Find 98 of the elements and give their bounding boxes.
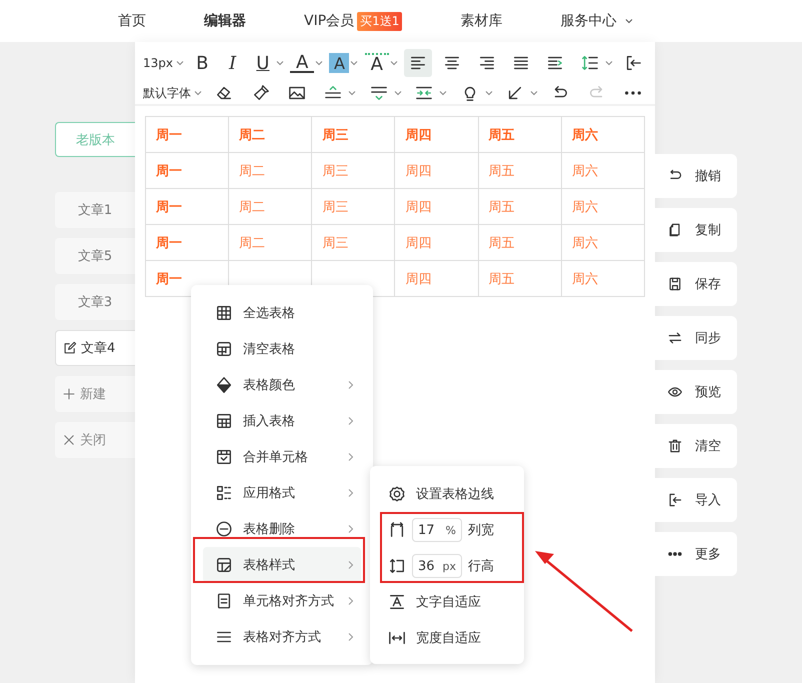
article-tab[interactable]: 文章4: [55, 330, 135, 366]
table-cell: 周一: [146, 224, 229, 260]
table-cell: 周五: [478, 224, 562, 260]
table-cell: 周一: [146, 152, 229, 188]
caret-icon: [348, 89, 356, 97]
table-cell: 周五: [478, 260, 562, 296]
menu-item[interactable]: 表格颜色: [203, 367, 361, 403]
table-cell: 周四: [394, 188, 478, 224]
nav-link[interactable]: 首页: [118, 12, 146, 30]
menu-item[interactable]: 单元格对齐方式: [203, 583, 361, 619]
action-button[interactable]: 清空: [655, 424, 737, 468]
menu-item[interactable]: 宽度自适应: [388, 620, 524, 656]
nav-link[interactable]: VIP会员: [304, 12, 354, 30]
table-cell: 周五: [478, 152, 562, 188]
caret-icon: [394, 89, 402, 97]
import-icon: [667, 492, 683, 508]
field-suffix: 列宽: [468, 522, 494, 539]
align-icon: [478, 54, 496, 72]
align-icon: [512, 54, 530, 72]
menu-item[interactable]: 全选表格: [203, 295, 361, 331]
table-cell: 周三: [312, 152, 395, 188]
field-suffix: 行高: [468, 558, 494, 575]
menu-item[interactable]: 设置表格边线: [388, 476, 524, 512]
table-cell: 周二: [228, 224, 312, 260]
align-icon: [443, 54, 462, 72]
table-cell: 周四: [394, 260, 478, 296]
line-spacing-icon: [415, 84, 434, 102]
align-icon: [409, 54, 428, 72]
action-button[interactable]: 预览: [655, 370, 737, 414]
table-cell: 周六: [561, 116, 644, 152]
menu-item[interactable]: 表格删除: [203, 511, 361, 547]
menu-item[interactable]: 合并单元格: [203, 439, 361, 475]
action-button[interactable]: 更多: [655, 532, 737, 576]
caret-icon: [484, 89, 493, 97]
table-cell: 周二: [228, 152, 312, 188]
align-icon: [546, 54, 564, 72]
fit-icon: [388, 593, 406, 611]
font-family-select[interactable]: 默认字体: [143, 84, 202, 102]
plus-icon: [62, 387, 76, 401]
table-cell: 周一: [146, 188, 229, 224]
table-cell: 周一: [146, 116, 229, 152]
menu-item[interactable]: 插入表格: [203, 403, 361, 439]
font-size-select[interactable]: 13px: [143, 56, 184, 70]
menu-item[interactable]: 应用格式: [203, 475, 361, 511]
table-cell: 周四: [394, 152, 478, 188]
action-button[interactable]: 导入: [655, 478, 737, 522]
caret-icon: [176, 59, 184, 67]
menu-item[interactable]: 表格对齐方式: [203, 619, 361, 655]
menu-item[interactable]: 表格样式: [203, 547, 361, 583]
close-icon: [62, 433, 76, 447]
line-height-icon: [580, 54, 599, 72]
table-cell: 周五: [478, 188, 562, 224]
nav-link[interactable]: 编辑器: [204, 12, 246, 30]
action-button[interactable]: 复制: [655, 208, 737, 252]
sync-icon: [667, 330, 683, 346]
table-cell: 周三: [312, 188, 395, 224]
action-button[interactable]: 撤销: [655, 154, 737, 198]
gear-icon: [388, 485, 406, 503]
table-cell: 周五: [478, 116, 562, 152]
menu-item[interactable]: 清空表格: [203, 331, 361, 367]
article-tab[interactable]: 文章5: [55, 238, 135, 274]
underline-button[interactable]: U: [250, 51, 275, 75]
action-button[interactable]: 同步: [655, 316, 737, 360]
number-field[interactable]: 36 px: [412, 554, 462, 578]
spacing-after-icon: [370, 84, 388, 102]
caret-icon: [439, 89, 448, 97]
action-button[interactable]: 保存: [655, 262, 737, 306]
edit-icon: [63, 341, 77, 355]
align-button[interactable]: [404, 49, 432, 77]
number-field[interactable]: 17 %: [412, 518, 462, 542]
table-cell: 周三: [312, 116, 395, 152]
article-tab[interactable]: 文章1: [55, 192, 135, 228]
table-cell: 周六: [561, 260, 644, 296]
bold-button[interactable]: B: [190, 51, 214, 75]
article-tab[interactable]: 文章3: [55, 284, 135, 320]
italic-button[interactable]: I: [220, 51, 245, 75]
caret-icon: [194, 89, 202, 97]
table-cell: 周三: [312, 224, 395, 260]
table-cell: 周二: [228, 116, 312, 152]
highlight-button[interactable]: A: [329, 53, 350, 73]
table-cell: 周四: [394, 224, 478, 260]
table-cell: 周六: [561, 224, 644, 260]
menu-item[interactable]: 文字自适应: [388, 584, 524, 620]
spacing-button[interactable]: A: [364, 53, 389, 73]
table-cell: 周六: [561, 152, 644, 188]
table-cell: 周二: [228, 188, 312, 224]
caret-icon: [604, 59, 613, 67]
column-width-icon: [388, 521, 406, 539]
nav-link[interactable]: 服务中心: [560, 12, 616, 30]
nav-link[interactable]: 素材库: [460, 12, 502, 30]
trash-icon: [667, 438, 683, 454]
fit-icon: [388, 629, 406, 647]
save-icon: [667, 276, 683, 292]
promo-badge: 买1送1: [357, 12, 402, 30]
caret-icon: [530, 89, 538, 97]
table-cell: 周六: [561, 188, 644, 224]
row-height-icon: [388, 557, 406, 575]
table-cell: 周四: [394, 116, 478, 152]
